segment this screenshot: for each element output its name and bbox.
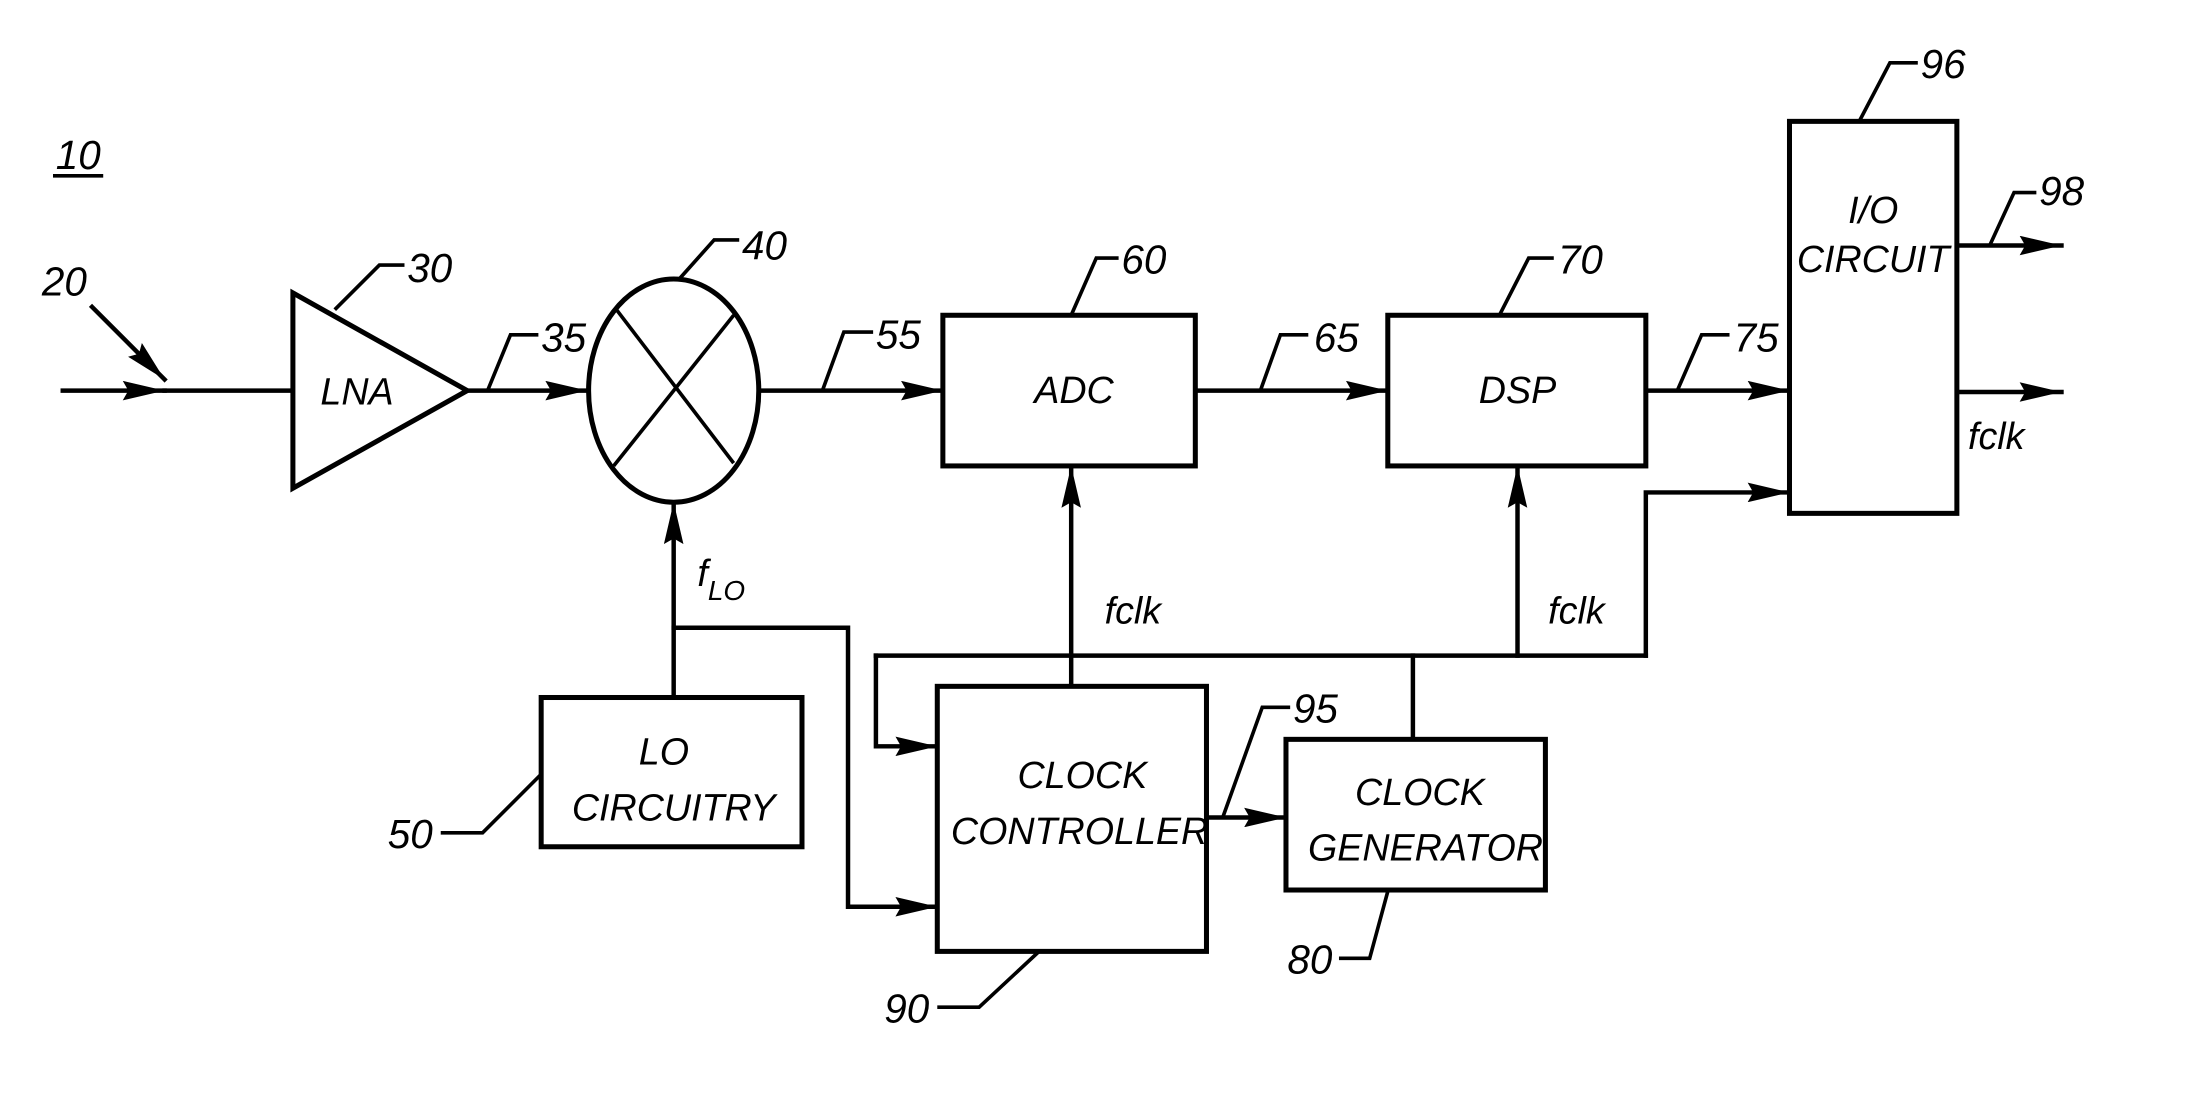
- lo-block: LO CIRCUITRY 50: [388, 694, 805, 857]
- clock-controller-block: CLOCK CONTROLLER 90: [884, 683, 1209, 1032]
- figure-ref-number: 10: [56, 132, 101, 178]
- fclk-dsp-label: fclk: [1548, 590, 1607, 632]
- lna-leader: [333, 263, 405, 311]
- signal-98-ref: 98: [2039, 168, 2084, 214]
- adc-label: ADC: [1032, 369, 1114, 411]
- signal-55-leader: [821, 330, 874, 390]
- adc-output-signal: 65: [1193, 315, 1391, 401]
- signal-95-leader: [1221, 705, 1291, 817]
- lo-label-line1: LO: [639, 730, 689, 772]
- lna-ref: 30: [407, 245, 452, 291]
- clock-to-io-arrow: [1643, 482, 1792, 658]
- clock-controller-label-line1: CLOCK: [1017, 754, 1149, 796]
- signal-65-leader: [1259, 332, 1309, 390]
- dsp-label: DSP: [1479, 369, 1556, 411]
- dsp-block: DSP 70: [1385, 236, 1649, 469]
- clock-controller-leader: [937, 950, 1041, 1010]
- adc-ref: 60: [1121, 236, 1166, 282]
- signal-75-leader: [1676, 332, 1730, 390]
- io-ref: 96: [1921, 41, 1966, 87]
- flo-label-sub: LO: [708, 575, 745, 606]
- io-block: I/O CIRCUIT 96: [1786, 41, 1966, 516]
- input-pointer-arrow: [88, 303, 168, 383]
- lo-ref: 50: [388, 811, 433, 857]
- clock-generator-ref: 80: [1287, 937, 1332, 983]
- lo-label-line2: CIRCUITRY: [572, 786, 778, 828]
- mixer-leader: [677, 238, 740, 281]
- signal-35-ref: 35: [541, 315, 586, 361]
- io-box: [1786, 118, 1960, 516]
- clock-generator-label-line1: CLOCK: [1355, 771, 1487, 813]
- mixer-output-signal: 55: [756, 312, 946, 401]
- clock-generator-leader: [1338, 890, 1390, 961]
- block-diagram: 10 20 LNA 30 35 40 55 ADC 60 65 DSP 70 7…: [41, 41, 2085, 1032]
- input-ref-label: 20: [41, 259, 87, 305]
- input-signal: 20: [41, 259, 296, 401]
- adc-block: ADC 60: [940, 236, 1198, 469]
- io-outputs: 98 fclk: [1954, 168, 2085, 457]
- adc-leader: [1069, 256, 1119, 316]
- signal-95-ref: 95: [1293, 686, 1338, 732]
- io-label-line1: I/O: [1848, 189, 1898, 231]
- figure-ref: 10: [53, 132, 104, 178]
- flo-label: fLO: [697, 552, 745, 606]
- dsp-output-signal: 75: [1643, 315, 1792, 401]
- signal-35-leader: [486, 332, 539, 390]
- lna-label: LNA: [320, 371, 393, 413]
- lna-output-signal: 35: [465, 315, 590, 401]
- mixer-block: 40: [586, 222, 788, 505]
- signal-75-ref: 75: [1734, 315, 1779, 361]
- signal-98-leader: [1988, 190, 2037, 245]
- signal-55-ref: 55: [876, 312, 921, 358]
- dsp-ref: 70: [1558, 236, 1603, 282]
- fclk-output-label: fclk: [1968, 415, 2027, 457]
- io-label-line2: CIRCUIT: [1797, 238, 1953, 280]
- lo-leader: [440, 772, 543, 835]
- clock-generator-block: CLOCK GENERATOR 80: [1283, 736, 1548, 983]
- dsp-leader: [1497, 256, 1554, 317]
- clock-controller-ref: 90: [884, 986, 929, 1032]
- mixer-ref: 40: [742, 222, 787, 268]
- io-leader: [1857, 60, 1918, 123]
- clock-generator-label-line2: GENERATOR: [1308, 827, 1543, 869]
- signal-65-ref: 65: [1314, 315, 1359, 361]
- fclk-to-controller-arrow: [873, 653, 940, 757]
- fclk-adc-label: fclk: [1105, 590, 1164, 632]
- clock-controller-label-line2: CONTROLLER: [951, 810, 1208, 852]
- lna-block: LNA 30: [290, 245, 473, 493]
